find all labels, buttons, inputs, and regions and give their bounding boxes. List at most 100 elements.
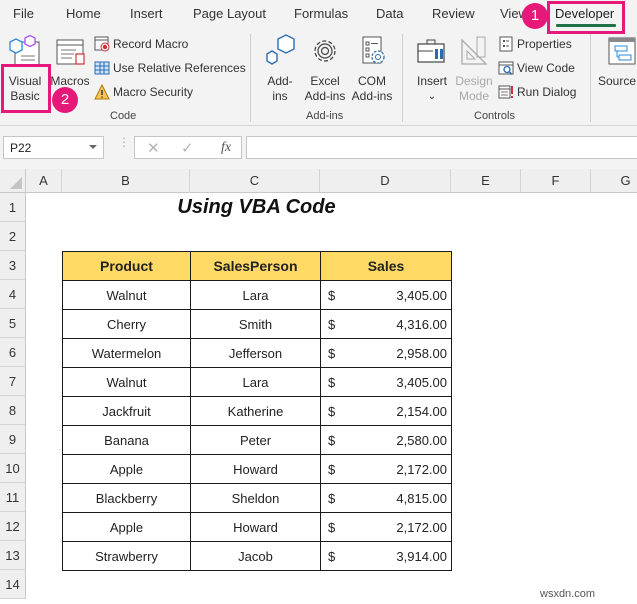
row-header[interactable]: 2 [0, 222, 26, 251]
excel-add-ins-button[interactable]: Excel Add-ins [302, 34, 348, 104]
gear-icon [314, 40, 336, 62]
cell-product[interactable]: Walnut [62, 367, 191, 397]
use-relative-references-button[interactable]: Use Relative References [94, 59, 246, 77]
tab-page-layout[interactable]: Page Layout [193, 6, 266, 21]
row-header[interactable]: 3 [0, 251, 26, 280]
cell-salesperson[interactable]: Jefferson [190, 338, 321, 368]
cell-salesperson[interactable]: Howard [190, 512, 321, 542]
row-header[interactable]: 6 [0, 338, 26, 367]
enter-icon[interactable]: ✓ [181, 139, 194, 157]
header-product[interactable]: Product [62, 251, 191, 281]
cell-salesperson[interactable]: Smith [190, 309, 321, 339]
cell-salesperson[interactable]: Lara [190, 367, 321, 397]
row-header[interactable]: 7 [0, 367, 26, 396]
cell-product[interactable]: Watermelon [62, 338, 191, 368]
row-header[interactable]: 8 [0, 396, 26, 425]
tab-review[interactable]: Review [432, 6, 475, 21]
cell-salesperson[interactable]: Jacob [190, 541, 321, 571]
cell-product[interactable]: Blackberry [62, 483, 191, 513]
properties-button[interactable]: Properties [498, 35, 572, 53]
cell-salesperson[interactable]: Peter [190, 425, 321, 455]
com-add-ins-button[interactable]: COM Add-ins [349, 34, 395, 104]
currency-symbol: $ [328, 548, 336, 564]
header-sales[interactable]: Sales [320, 251, 452, 281]
column-header-a[interactable]: A [26, 169, 62, 193]
com-add-ins-label-2: Add-ins [351, 89, 393, 103]
record-macro-button[interactable]: Record Macro [94, 35, 188, 53]
macros-button[interactable]: Macros [50, 34, 90, 89]
table-row: Apple Howard $2,172.00 [62, 454, 452, 484]
view-code-icon [498, 61, 514, 76]
view-code-button[interactable]: View Code [498, 59, 575, 77]
row-header[interactable]: 10 [0, 454, 26, 483]
sheet-title[interactable]: Using VBA Code [62, 193, 451, 222]
currency-symbol: $ [328, 519, 336, 535]
run-dialog-label: Run Dialog [517, 85, 577, 99]
cell-salesperson[interactable]: Katherine [190, 396, 321, 426]
row-header[interactable]: 4 [0, 280, 26, 309]
cell-sales[interactable]: $3,405.00 [320, 367, 452, 397]
column-header-g[interactable]: G [591, 169, 637, 193]
run-dialog-icon [498, 85, 513, 99]
row-header[interactable]: 5 [0, 309, 26, 338]
formula-bar-grip-icon[interactable]: ⋮ [118, 136, 130, 148]
row-header[interactable]: 9 [0, 425, 26, 454]
row-header[interactable]: 14 [0, 570, 26, 599]
row-header[interactable]: 13 [0, 541, 26, 570]
table-row: Cherry Smith $4,316.00 [62, 309, 452, 339]
macros-label: Macros [50, 74, 90, 88]
cell-sales[interactable]: $2,154.00 [320, 396, 452, 426]
use-relative-references-label: Use Relative References [113, 61, 246, 75]
tab-insert[interactable]: Insert [130, 6, 163, 21]
row-header[interactable]: 1 [0, 193, 26, 222]
visual-basic-icon [9, 34, 40, 67]
cell-sales[interactable]: $3,405.00 [320, 280, 452, 310]
cell-product[interactable]: Apple [62, 512, 191, 542]
cell-sales[interactable]: $4,815.00 [320, 483, 452, 513]
tab-home[interactable]: Home [66, 6, 101, 21]
cell-sales[interactable]: $2,958.00 [320, 338, 452, 368]
formula-buttons: ✕ ✓ fx [134, 136, 242, 159]
cell-product[interactable]: Walnut [62, 280, 191, 310]
tab-data[interactable]: Data [376, 6, 403, 21]
cell-salesperson[interactable]: Sheldon [190, 483, 321, 513]
table-row: Walnut Lara $3,405.00 [62, 367, 452, 397]
column-header-f[interactable]: F [521, 169, 591, 193]
cell-sales[interactable]: $3,914.00 [320, 541, 452, 571]
cell-sales[interactable]: $2,580.00 [320, 425, 452, 455]
formula-input[interactable] [246, 136, 637, 159]
header-salesperson[interactable]: SalesPerson [190, 251, 321, 281]
insert-control-button[interactable]: Insert ⌄ [412, 34, 452, 104]
cell-product[interactable]: Jackfruit [62, 396, 191, 426]
cell-product[interactable]: Cherry [62, 309, 191, 339]
add-ins-button[interactable]: Add- ins [262, 34, 298, 104]
select-all-button[interactable] [0, 169, 26, 193]
visual-basic-highlight [1, 64, 51, 113]
tab-file[interactable]: File [13, 6, 34, 21]
cell-product[interactable]: Apple [62, 454, 191, 484]
design-mode-button[interactable]: Design Mode [454, 34, 494, 104]
cell-product[interactable]: Banana [62, 425, 191, 455]
column-header-b[interactable]: B [62, 169, 190, 193]
source-button[interactable]: Source [598, 34, 637, 89]
name-box[interactable]: P22 [3, 136, 104, 159]
cell-sales[interactable]: $4,316.00 [320, 309, 452, 339]
cell-salesperson[interactable]: Lara [190, 280, 321, 310]
row-header[interactable]: 12 [0, 512, 26, 541]
column-header-d[interactable]: D [320, 169, 451, 193]
cancel-icon[interactable]: ✕ [147, 139, 160, 157]
row-header[interactable]: 11 [0, 483, 26, 512]
cell-sales[interactable]: $2,172.00 [320, 512, 452, 542]
macro-security-button[interactable]: Macro Security [94, 83, 193, 101]
tab-formulas[interactable]: Formulas [294, 6, 348, 21]
ribbon: Visual Basic Macros Record Macro Use Rel… [0, 30, 637, 126]
name-box-dropdown-icon[interactable] [89, 145, 97, 149]
run-dialog-button[interactable]: Run Dialog [498, 83, 576, 101]
cell-salesperson[interactable]: Howard [190, 454, 321, 484]
column-header-e[interactable]: E [451, 169, 521, 193]
cell-sales[interactable]: $2,172.00 [320, 454, 452, 484]
column-header-c[interactable]: C [190, 169, 320, 193]
cell-product[interactable]: Strawberry [62, 541, 191, 571]
record-macro-label: Record Macro [113, 37, 189, 51]
insert-function-icon[interactable]: fx [221, 140, 231, 156]
